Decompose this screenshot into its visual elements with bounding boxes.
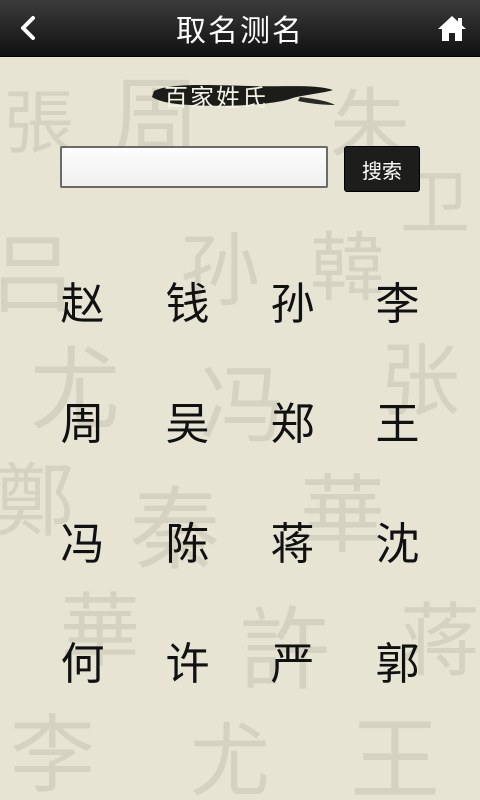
surname-item[interactable]: 王 xyxy=(345,360,450,480)
surname-item[interactable]: 钱 xyxy=(135,240,240,360)
search-button[interactable]: 搜索 xyxy=(344,146,420,192)
surname-grid: 赵 钱 孙 李 周 吴 郑 王 冯 陈 蒋 沈 何 许 严 郭 xyxy=(30,240,450,740)
surname-item[interactable]: 郑 xyxy=(240,360,345,480)
surname-item[interactable]: 冯 xyxy=(30,480,135,600)
search-input[interactable] xyxy=(60,146,328,188)
surname-item[interactable]: 沈 xyxy=(345,480,450,600)
surname-item[interactable]: 许 xyxy=(135,600,240,720)
back-button[interactable] xyxy=(8,8,48,48)
home-icon xyxy=(438,16,466,41)
surname-item[interactable]: 李 xyxy=(345,240,450,360)
surname-item[interactable]: 郭 xyxy=(345,600,450,720)
surname-item[interactable]: 吴 xyxy=(135,360,240,480)
banner-title: 百家姓氏 xyxy=(164,83,268,112)
home-button[interactable] xyxy=(432,8,472,48)
surname-item[interactable]: 孙 xyxy=(240,240,345,360)
chevron-left-icon xyxy=(21,16,35,40)
top-bar: 取名测名 xyxy=(0,0,480,57)
surname-item[interactable]: 周 xyxy=(30,360,135,480)
surname-item[interactable]: 蒋 xyxy=(240,480,345,600)
surname-item[interactable]: 陈 xyxy=(135,480,240,600)
surname-item[interactable]: 何 xyxy=(30,600,135,720)
page-title: 取名测名 xyxy=(176,14,304,49)
surname-item[interactable]: 赵 xyxy=(30,240,135,360)
surname-item[interactable]: 严 xyxy=(240,600,345,720)
surname-banner: 百家姓氏 xyxy=(150,75,335,115)
